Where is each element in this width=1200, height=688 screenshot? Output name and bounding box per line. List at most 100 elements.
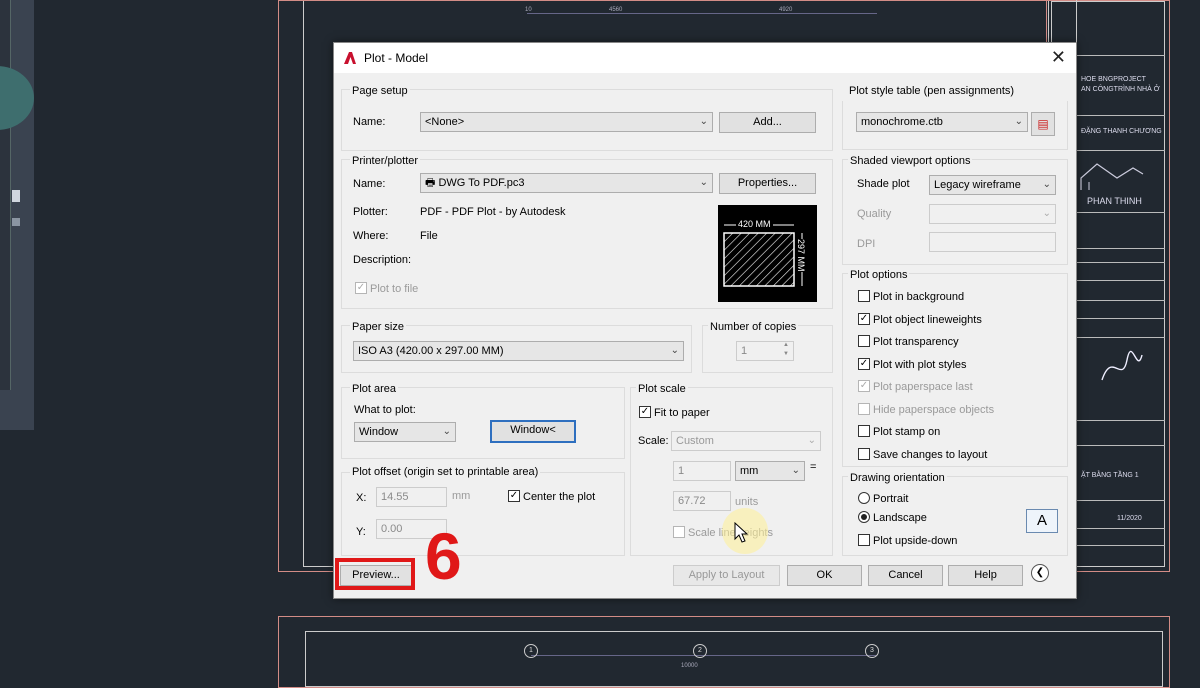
portrait-radio[interactable] bbox=[858, 492, 870, 504]
plot-option-checkbox[interactable]: ✓ bbox=[858, 380, 870, 392]
landscape-radio[interactable] bbox=[858, 511, 870, 523]
plot-option-label: Hide paperspace objects bbox=[873, 403, 995, 416]
palette-handle[interactable] bbox=[12, 190, 20, 202]
navigation-wheel[interactable] bbox=[0, 66, 34, 130]
help-button[interactable]: Help bbox=[948, 565, 1023, 586]
left-tool-palette[interactable] bbox=[0, 0, 34, 430]
page-setup-name-label: Name: bbox=[353, 116, 386, 128]
chevron-down-icon: ⌄ bbox=[1014, 116, 1023, 127]
close-icon[interactable]: ✕ bbox=[1051, 47, 1066, 68]
mouse-cursor-highlight bbox=[722, 508, 768, 554]
scale-label: Scale: bbox=[638, 435, 669, 447]
center-plot-checkbox[interactable]: ✓ bbox=[508, 490, 520, 502]
plot-option-label: Plot stamp on bbox=[873, 426, 941, 438]
printer-icon: 🖶 bbox=[425, 177, 439, 189]
add-page-setup-button[interactable]: Add... bbox=[719, 112, 816, 133]
printer-properties-button[interactable]: Properties... bbox=[719, 173, 816, 194]
grid-mark-2: 2 bbox=[693, 644, 707, 658]
dialog-titlebar[interactable]: Plot - Model ✕ bbox=[334, 43, 1076, 73]
scale-lineweights-checkbox[interactable] bbox=[673, 526, 685, 538]
offset-x-label: X: bbox=[356, 492, 367, 504]
description-label: Description: bbox=[353, 254, 412, 266]
plot-to-file-label: Plot to file bbox=[370, 283, 419, 295]
tb-project: HOE BNGPROJECT bbox=[1081, 76, 1146, 83]
scale-units-input[interactable]: 67.72 bbox=[673, 491, 731, 511]
plot-option-checkbox[interactable] bbox=[858, 447, 870, 460]
cancel-button[interactable]: Cancel bbox=[868, 565, 943, 586]
fit-to-paper-checkbox[interactable]: ✓ bbox=[639, 406, 651, 418]
plot-option-label: Plot in background bbox=[873, 291, 965, 303]
plot-option-checkbox[interactable] bbox=[858, 425, 870, 437]
plot-option-checkbox[interactable] bbox=[858, 402, 870, 415]
paper-width-label: 420 MM bbox=[736, 219, 773, 229]
scale-numerator-input[interactable]: 1 bbox=[673, 461, 731, 481]
plot-scale-label: Plot scale bbox=[636, 383, 688, 395]
dpi-input[interactable] bbox=[929, 232, 1056, 252]
page-setup-name-select[interactable]: <None> ⌄ bbox=[420, 112, 713, 132]
plot-options-label: Plot options bbox=[848, 269, 910, 281]
signature-icon bbox=[1101, 350, 1143, 381]
tb-project-name: AN CÔNGTRÌNH NHÀ Ở bbox=[1081, 86, 1160, 93]
plot-option-checkbox[interactable]: ✓ bbox=[858, 312, 870, 325]
portrait-label: Portrait bbox=[873, 493, 909, 505]
plot-option-label: Plot object lineweights bbox=[873, 313, 982, 326]
tb-owner: ĐẶNG THANH CHƯƠNG bbox=[1081, 128, 1162, 135]
upside-down-checkbox[interactable] bbox=[858, 534, 870, 546]
plot-to-file-checkbox[interactable]: ✓ bbox=[355, 282, 367, 294]
chevron-down-icon: ⌄ bbox=[791, 465, 800, 476]
window-pick-button[interactable]: Window< bbox=[490, 420, 576, 443]
scale-select[interactable]: Custom ⌄ bbox=[671, 431, 821, 451]
paper-size-value: ISO A3 (420.00 x 297.00 MM) bbox=[358, 345, 504, 357]
shade-plot-label: Shade plot bbox=[857, 178, 910, 190]
tb-date: 11/2020 bbox=[1117, 515, 1142, 522]
shade-plot-value: Legacy wireframe bbox=[934, 179, 1021, 191]
page-setup-name-value: <None> bbox=[425, 116, 465, 128]
where-value: File bbox=[420, 230, 438, 242]
fit-to-paper-label: Fit to paper bbox=[654, 407, 710, 419]
chevron-down-icon: ⌄ bbox=[442, 426, 451, 437]
scale-unit-value: mm bbox=[740, 465, 759, 477]
dim-line bbox=[527, 13, 877, 14]
scale-units-label: units bbox=[735, 496, 759, 508]
house-logo-icon bbox=[1080, 163, 1144, 190]
chevron-down-icon: ⌄ bbox=[1042, 208, 1051, 219]
plot-style-select[interactable]: monochrome.ctb ⌄ bbox=[856, 112, 1028, 132]
copies-stepper[interactable]: ▲ ▼ bbox=[779, 341, 793, 361]
bottom-dim-text: 10000 bbox=[681, 663, 698, 669]
plot-style-value: monochrome.ctb bbox=[861, 116, 943, 128]
drawing-sheet-bottom: 1 2 3 10000 bbox=[278, 616, 1170, 688]
offset-x-input[interactable]: 14.55 bbox=[376, 487, 447, 507]
dpi-label: DPI bbox=[857, 238, 876, 250]
what-to-plot-select[interactable]: Window ⌄ bbox=[354, 422, 456, 442]
palette-handle-2[interactable] bbox=[12, 218, 20, 226]
paper-size-label: Paper size bbox=[350, 321, 406, 333]
plot-option-checkbox[interactable]: ✓ bbox=[858, 357, 870, 370]
printer-name-select[interactable]: 🖶 DWG To PDF.pc3 ⌄ bbox=[420, 173, 713, 193]
palette-strip bbox=[0, 0, 11, 390]
step-number: 6 bbox=[425, 519, 462, 593]
paper-preview: 420 MM 297 MM bbox=[718, 205, 817, 302]
paper-size-select[interactable]: ISO A3 (420.00 x 297.00 MM) ⌄ bbox=[353, 341, 684, 361]
quality-select[interactable]: ⌄ bbox=[929, 204, 1056, 224]
landscape-label: Landscape bbox=[873, 512, 927, 524]
plot-option-checkbox[interactable] bbox=[858, 290, 870, 302]
collapse-options-icon[interactable]: ❮ bbox=[1031, 564, 1049, 582]
shaded-viewport-label: Shaded viewport options bbox=[848, 155, 973, 167]
page-setup-label: Page setup bbox=[350, 85, 410, 97]
plot-style-label: Plot style table (pen assignments) bbox=[849, 85, 1015, 97]
apply-to-layout-button[interactable]: Apply to Layout bbox=[673, 565, 780, 586]
chevron-down-icon: ⌄ bbox=[699, 177, 708, 188]
edit-plot-style-icon[interactable]: ▤ bbox=[1031, 112, 1055, 136]
plot-option-label: Save changes to layout bbox=[873, 448, 988, 461]
what-to-plot-label: What to plot: bbox=[354, 404, 416, 416]
copies-label: Number of copies bbox=[708, 321, 799, 333]
plot-offset-group bbox=[341, 472, 625, 556]
ok-button[interactable]: OK bbox=[787, 565, 862, 586]
shade-plot-select[interactable]: Legacy wireframe ⌄ bbox=[929, 175, 1056, 195]
scale-unit-select[interactable]: mm ⌄ bbox=[735, 461, 805, 481]
scale-value: Custom bbox=[676, 435, 714, 447]
plot-option-checkbox[interactable] bbox=[858, 335, 870, 347]
plot-option-label: Plot with plot styles bbox=[873, 358, 967, 371]
plot-option-label: Plot transparency bbox=[873, 336, 959, 348]
chevron-down-icon: ⌄ bbox=[1042, 179, 1051, 190]
